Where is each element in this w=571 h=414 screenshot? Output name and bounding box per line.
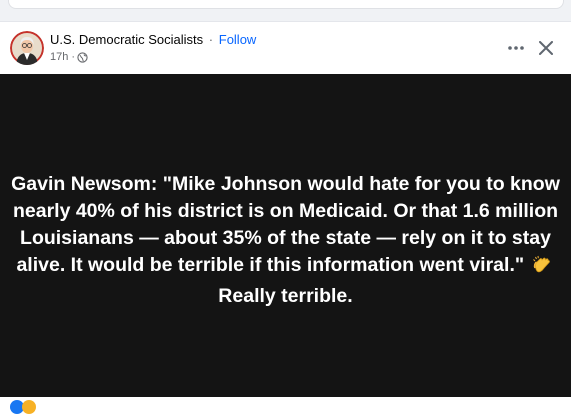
follow-button[interactable]: Follow xyxy=(219,32,257,47)
page-name-link[interactable]: U.S. Democratic Socialists xyxy=(50,32,203,47)
post-meta: 17h · xyxy=(50,50,88,64)
clapping-hands-icon xyxy=(532,255,552,283)
quote-text: Gavin Newsom: "Mike Johnson would hate f… xyxy=(0,171,571,310)
reaction-icons[interactable] xyxy=(10,400,36,414)
emoji-reaction-icon xyxy=(22,400,36,414)
post-image[interactable]: Gavin Newsom: "Mike Johnson would hate f… xyxy=(0,74,571,397)
previous-post-card xyxy=(8,0,564,9)
quote-body: Gavin Newsom: "Mike Johnson would hate f… xyxy=(11,173,560,276)
close-icon xyxy=(539,41,553,55)
post-timestamp[interactable]: 17h · xyxy=(50,50,75,64)
feed-background xyxy=(0,0,571,21)
separator-dot: · xyxy=(208,32,214,47)
close-button[interactable] xyxy=(533,35,559,61)
post-card: U.S. Democratic Socialists · Follow 17h … xyxy=(0,21,571,414)
globe-icon xyxy=(77,51,88,63)
page-title: U.S. Democratic Socialists · Follow xyxy=(50,32,256,48)
more-icon xyxy=(508,46,524,50)
page-avatar[interactable] xyxy=(10,31,44,65)
more-options-button[interactable] xyxy=(503,35,529,61)
post-header: U.S. Democratic Socialists · Follow 17h … xyxy=(0,22,571,74)
quote-closing: Really terrible. xyxy=(218,285,353,307)
